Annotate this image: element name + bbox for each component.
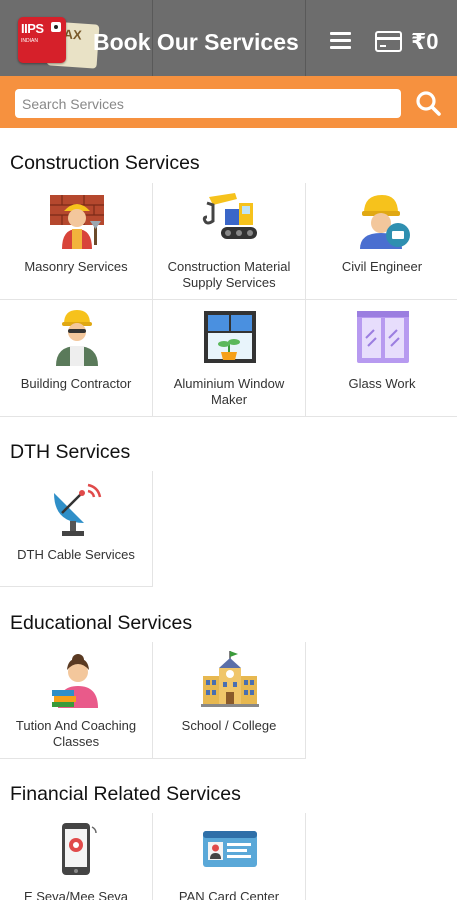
page-title: Book Our Services xyxy=(93,29,299,55)
tile-label: Building Contractor xyxy=(20,376,132,391)
school-building-icon xyxy=(201,651,259,707)
service-tile-aluminium-window[interactable]: Aluminium Window Maker xyxy=(153,300,306,417)
menu-icon[interactable] xyxy=(330,32,351,50)
tile-label: Aluminium Window Maker xyxy=(173,376,285,407)
glass-panel-icon xyxy=(357,311,409,363)
tile-label: Masonry Services xyxy=(24,259,128,274)
section-title-financial: Financial Related Services xyxy=(10,783,241,805)
search-input[interactable] xyxy=(15,89,401,118)
tile-label: Glass Work xyxy=(348,376,416,391)
civil-engineer-icon xyxy=(360,195,410,249)
mason-worker-icon xyxy=(50,195,104,249)
section-title-construction: Construction Services xyxy=(10,152,200,174)
service-tile-building-contractor[interactable]: Building Contractor xyxy=(0,300,153,417)
pan-card-icon xyxy=(203,831,257,867)
tile-label: E Seva/Mee Seva xyxy=(23,889,129,900)
tile-label: School / College xyxy=(181,718,277,733)
window-icon xyxy=(204,311,256,363)
section-title-dth: DTH Services xyxy=(10,441,131,463)
section-title-educational: Educational Services xyxy=(10,612,193,634)
service-tile-dth-cable[interactable]: DTH Cable Services xyxy=(0,471,153,587)
service-tile-eseva[interactable]: E Seva/Mee Seva xyxy=(0,813,153,900)
tutor-icon xyxy=(52,654,98,708)
service-tile-masonry[interactable]: Masonry Services xyxy=(0,183,153,300)
service-tile-construction-material[interactable]: Construction Material Supply Services xyxy=(153,183,306,300)
service-tile-tution[interactable]: Tution And Coaching Classes xyxy=(0,642,153,759)
card-icon[interactable] xyxy=(375,31,402,52)
app-logo[interactable]: TAX IIPS INDIAN xyxy=(18,17,100,69)
service-tile-school-college[interactable]: School / College xyxy=(153,642,306,759)
tile-label: Construction Material Supply Services xyxy=(167,259,291,290)
service-tile-glass-work[interactable]: Glass Work xyxy=(306,300,457,417)
logo-box: IIPS INDIAN xyxy=(18,17,66,63)
header-divider xyxy=(305,0,306,76)
wallet-balance[interactable]: ₹0 xyxy=(411,29,439,55)
satellite-dish-icon xyxy=(54,483,102,536)
contractor-icon xyxy=(56,310,98,366)
search-icon[interactable] xyxy=(414,89,442,117)
tile-label: DTH Cable Services xyxy=(17,547,135,562)
tile-label: Civil Engineer xyxy=(341,259,423,274)
app-header: TAX IIPS INDIAN Book Our Services ₹0 xyxy=(0,0,457,76)
tile-label: PAN Card Center xyxy=(178,889,280,900)
excavator-icon xyxy=(202,193,257,239)
service-tile-civil-engineer[interactable]: Civil Engineer xyxy=(306,183,457,300)
tile-label: Tution And Coaching Classes xyxy=(15,718,137,749)
service-tile-pan-card[interactable]: PAN Card Center xyxy=(153,813,306,900)
mobile-service-icon xyxy=(62,823,97,875)
